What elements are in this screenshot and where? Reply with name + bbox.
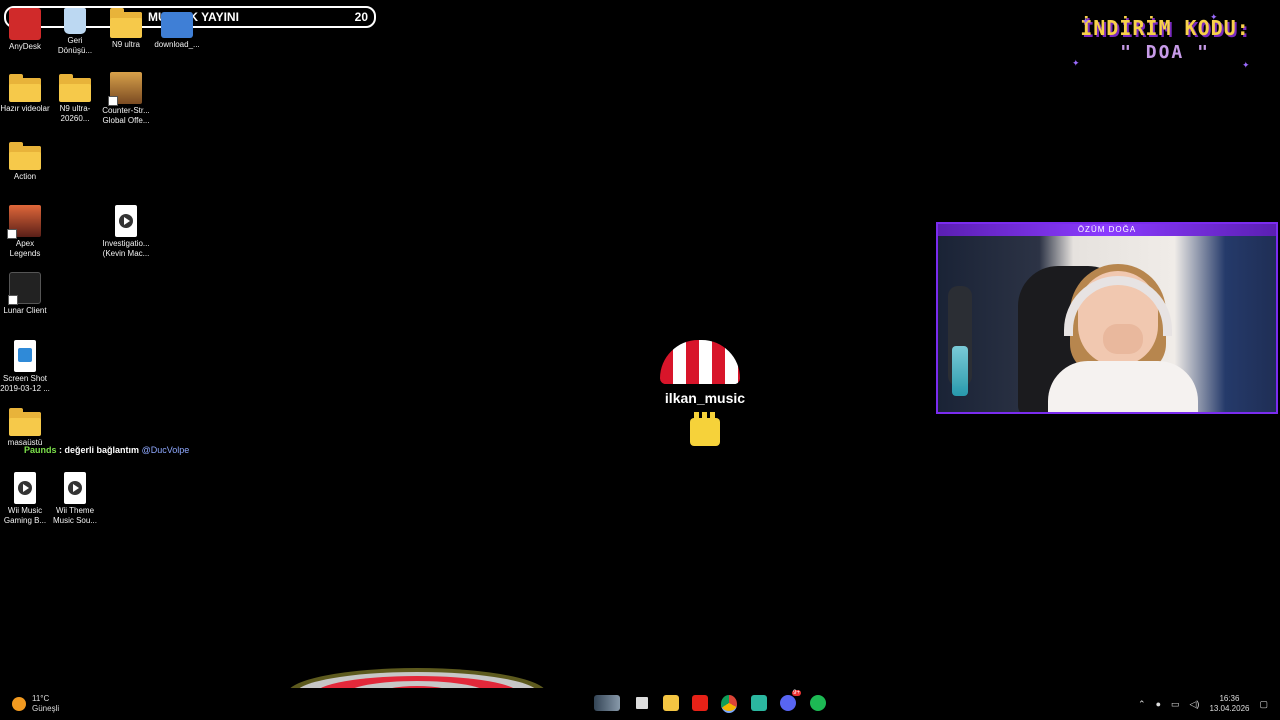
- taskbar: 11°C Güneşli 9+ ⌃ ● ▭ ◁) 16:36 13.04.202…: [0, 688, 1280, 720]
- weather-temperature: 11°C: [32, 694, 50, 703]
- desktop-icon-n9-ultra-2026[interactable]: N9 ultra-20260...: [50, 74, 100, 124]
- desktop-icon-hazir-videolar[interactable]: Hazır videolar: [0, 74, 50, 114]
- chat-mention: @DucVolpe: [141, 445, 190, 455]
- image-file-icon: [14, 340, 36, 372]
- parachute-canopy: [660, 340, 740, 384]
- desktop-icon-label: AnyDesk: [8, 42, 41, 51]
- microphone-icon[interactable]: ●: [1156, 699, 1161, 709]
- folder-icon: [9, 408, 41, 436]
- chat-text: : değerli bağlantım: [59, 445, 140, 455]
- folder-icon: [9, 142, 41, 170]
- chat-username: Paunds: [24, 445, 57, 455]
- streamer-hand: [1103, 324, 1143, 354]
- lunar-client-icon: [8, 272, 41, 305]
- chevron-up-icon[interactable]: ⌃: [1138, 699, 1146, 710]
- mic-light: [952, 346, 968, 396]
- clock-date: 13.04.2026: [1209, 704, 1250, 713]
- desktop-icon-label: download_...: [154, 40, 200, 49]
- desktop-icon-anydesk[interactable]: AnyDesk: [0, 8, 50, 52]
- desktop-icon-label: Geri Dönüşü...: [57, 36, 93, 55]
- desktop-icon-n9-ultra[interactable]: N9 ultra: [101, 8, 151, 50]
- desktop-icon-action[interactable]: Action: [0, 142, 50, 182]
- desktop-icon-label: N9 ultra: [111, 40, 140, 49]
- desktop-icon-screenshot[interactable]: Screen Shot 2019-03-12 ...: [0, 340, 50, 394]
- volume-icon[interactable]: ◁): [1190, 699, 1200, 710]
- parachute-drop: ilkan_music: [650, 340, 760, 455]
- discord-badge: 9+: [792, 690, 801, 696]
- alert-count: 20: [354, 10, 368, 24]
- weather-description: Güneşli: [32, 704, 60, 713]
- media-file-icon: [115, 205, 137, 237]
- window-preview-thumbnail[interactable]: [594, 695, 620, 711]
- task-view-icon[interactable]: [636, 697, 648, 709]
- chat-message: Paunds : değerli bağlantım @DucVolpe: [24, 445, 189, 455]
- anydesk-icon: [9, 8, 41, 40]
- media-file-icon: [64, 472, 86, 504]
- desktop-icon-lunar-client[interactable]: Lunar Client: [0, 272, 50, 316]
- notification-icon[interactable]: ▢: [1259, 699, 1268, 710]
- desktop-icon-label: Lunar Client: [3, 306, 47, 315]
- desktop-icon-investigation[interactable]: Investigatio... (Kevin Mac...: [101, 205, 151, 259]
- sparkle-icon: ✦: [1210, 12, 1218, 22]
- desktop-icon-label: Action: [13, 172, 37, 181]
- clock-time: 16:36: [1219, 694, 1240, 703]
- desktop-icon-label: Hazır videolar: [0, 104, 50, 113]
- network-icon[interactable]: ▭: [1171, 699, 1180, 710]
- shortcut-arrow-icon: [108, 96, 118, 106]
- clock[interactable]: 16:36 13.04.2026: [1209, 694, 1249, 714]
- media-file-icon: [14, 472, 36, 504]
- crown-box-icon: [690, 412, 720, 446]
- discount-title: İNDİRİM KODU:: [1080, 16, 1250, 40]
- desktop-icon-label: Screen Shot 2019-03-12 ...: [0, 374, 50, 393]
- desktop-icon-label: Apex Legends: [9, 239, 41, 258]
- folder-icon: [110, 8, 142, 38]
- desktop-icon-counter-strike[interactable]: Counter-Str... Global Offe...: [101, 72, 151, 126]
- folder-icon: [59, 74, 91, 102]
- youtube-icon[interactable]: [692, 695, 708, 711]
- counter-strike-icon: [108, 72, 142, 106]
- webcam-feed: [938, 236, 1276, 412]
- recycle-bin-icon: [64, 8, 86, 34]
- desktop-icon-apex-legends[interactable]: Apex Legends: [0, 205, 50, 259]
- weather-widget[interactable]: 11°C Güneşli: [12, 694, 59, 714]
- webcam-name-label: ÖZÜM DOĞA: [938, 224, 1276, 236]
- desktop-icon-label: N9 ultra-20260...: [59, 104, 91, 123]
- sparkle-icon: ✦: [1072, 58, 1080, 68]
- sparkle-icon: ✦: [1242, 60, 1250, 70]
- file-explorer-icon[interactable]: [663, 695, 679, 711]
- desktop-icon-label: Investigatio... (Kevin Mac...: [102, 239, 150, 258]
- sparkle-icon: ✦: [1082, 16, 1090, 26]
- discord-icon[interactable]: 9+: [780, 690, 801, 711]
- discount-code: " DOA ": [1120, 42, 1210, 63]
- desktop-icon-wii-music[interactable]: Wii Music Gaming B...: [0, 472, 50, 526]
- discount-overlay: İNDİRİM KODU: " DOA " ✦ ✦ ✦ ✦: [1070, 12, 1260, 76]
- shortcut-arrow-icon: [7, 229, 17, 239]
- chrome-icon[interactable]: [721, 695, 737, 713]
- folder-icon: [9, 74, 41, 102]
- desktop-icon-label: Wii Theme Music Sou...: [52, 506, 97, 525]
- sun-icon: [12, 697, 26, 711]
- webcam-frame: ÖZÜM DOĞA: [936, 222, 1278, 414]
- app-icon[interactable]: [751, 695, 767, 711]
- desktop-icon-masaustu[interactable]: masaüstü: [0, 408, 50, 448]
- shortcut-arrow-icon: [8, 295, 18, 305]
- streamer-shirt: [1048, 361, 1198, 412]
- desktop-icon-recycle-bin[interactable]: Geri Dönüşü...: [50, 8, 100, 56]
- download-icon: [161, 12, 193, 38]
- apex-legends-icon: [7, 205, 41, 239]
- desktop-icon-label: Wii Music Gaming B...: [3, 506, 47, 525]
- system-tray: ⌃ ● ▭ ◁) 16:36 13.04.2026 ▢: [1138, 694, 1268, 714]
- parachute-username: ilkan_music: [664, 390, 746, 406]
- desktop-icon-download[interactable]: download_...: [152, 8, 202, 50]
- spotify-icon[interactable]: [810, 695, 826, 711]
- desktop-icon-wii-theme[interactable]: Wii Theme Music Sou...: [50, 472, 100, 526]
- desktop-icon-label: Counter-Str... Global Offe...: [102, 106, 150, 125]
